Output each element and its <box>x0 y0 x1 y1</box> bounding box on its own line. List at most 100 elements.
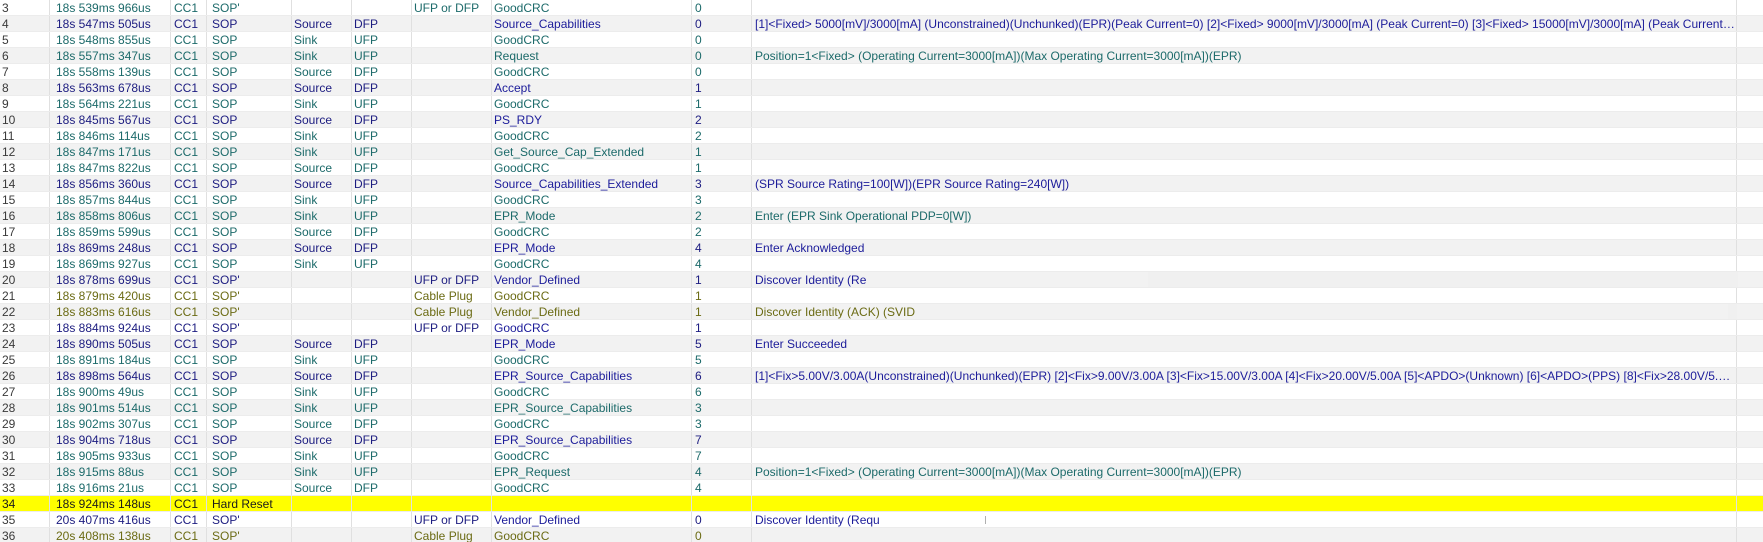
data-role-cell <box>352 304 412 319</box>
cc-line-cell: CC1 <box>171 80 207 95</box>
message-id-cell: 0 <box>692 528 752 542</box>
data-role-cell: DFP <box>352 176 412 191</box>
table-row[interactable]: 8 18s 563ms 678us CC1 SOP Source DFP Accept 1 <box>0 80 1763 96</box>
message-id-cell: 1 <box>692 288 752 303</box>
table-row[interactable]: 24 18s 890ms 505us CC1 SOP Source DFP EPR_Mode… <box>0 336 1763 352</box>
table-row[interactable]: 22 18s 883ms 616us CC1 SOP' Cable Plug Vendor… <box>0 304 1763 320</box>
row-index-cell: 9 <box>0 96 50 111</box>
message-type-cell: PS_RDY <box>492 112 692 127</box>
timestamp-cell: 18s 847ms 822us <box>50 160 171 175</box>
row-index-cell: 3 <box>0 0 50 15</box>
cc-line-cell: CC1 <box>171 512 207 527</box>
timestamp-cell: 18s 901ms 514us <box>50 400 171 415</box>
message-id-cell: 5 <box>692 352 752 367</box>
timestamp-cell: 18s 564ms 221us <box>50 96 171 111</box>
sop-type-cell: SOP <box>207 80 292 95</box>
table-row[interactable]: 5 18s 548ms 855us CC1 SOP Sink UFP GoodCRC 0 <box>0 32 1763 48</box>
table-row[interactable]: 36 20s 408ms 138us CC1 SOP' Cable Plug GoodCR… <box>0 528 1763 542</box>
row-index-cell: 31 <box>0 448 50 463</box>
table-row[interactable]: 34 18s 924ms 148us CC1 Hard Reset <box>0 496 1763 512</box>
timestamp-cell: 18s 879ms 420us <box>50 288 171 303</box>
table-row[interactable]: 4 18s 547ms 505us CC1 SOP Source DFP Source_Ca… <box>0 16 1763 32</box>
row-index-cell: 36 <box>0 528 50 542</box>
table-row[interactable]: 23 18s 884ms 924us CC1 SOP' UFP or DFP GoodCR… <box>0 320 1763 336</box>
message-type-cell: Source_Capabilities <box>492 16 692 31</box>
table-row[interactable]: 29 18s 902ms 307us CC1 SOP Source DFP GoodCRC 3 <box>0 416 1763 432</box>
table-row[interactable]: 17 18s 859ms 599us CC1 SOP Source DFP GoodCRC 2 <box>0 224 1763 240</box>
power-role-cell: Source <box>292 240 352 255</box>
data-role-cell: UFP <box>352 464 412 479</box>
message-detail-cell <box>752 416 1737 431</box>
message-type-cell: EPR_Mode <box>492 336 692 351</box>
cc-line-cell: CC1 <box>171 224 207 239</box>
protocol-log-table[interactable]: 3 18s 539ms 966us CC1 SOP' UFP or DFP GoodCRC… <box>0 0 1763 542</box>
cc-line-cell: CC1 <box>171 480 207 495</box>
timestamp-cell: 18s 547ms 505us <box>50 16 171 31</box>
table-row[interactable]: 33 18s 916ms 21us CC1 SOP Source DFP GoodCRC 4 <box>0 480 1763 496</box>
table-row[interactable]: 14 18s 856ms 360us CC1 SOP Source DFP Source_C… <box>0 176 1763 192</box>
table-row[interactable]: 26 18s 898ms 564us CC1 SOP Source DFP EPR_Sour… <box>0 368 1763 384</box>
message-id-cell: 0 <box>692 16 752 31</box>
sop-type-cell: Hard Reset <box>207 496 292 511</box>
table-row[interactable]: 27 18s 900ms 49us CC1 SOP Sink UFP GoodCRC 6 <box>0 384 1763 400</box>
table-row[interactable]: 31 18s 905ms 933us CC1 SOP Sink UFP GoodCRC 7 <box>0 448 1763 464</box>
table-row[interactable]: 30 18s 904ms 718us CC1 SOP Source DFP EPR_Sour… <box>0 432 1763 448</box>
table-row[interactable]: 20 18s 878ms 699us CC1 SOP' UFP or DFP Vendor… <box>0 272 1763 288</box>
cc-line-cell: CC1 <box>171 368 207 383</box>
message-id-cell: 1 <box>692 272 752 287</box>
cursor-tick <box>985 516 986 524</box>
sop-type-cell: SOP <box>207 144 292 159</box>
table-row[interactable]: 10 18s 845ms 567us CC1 SOP Source DFP PS_RDY 2 <box>0 112 1763 128</box>
data-role-cell: UFP <box>352 48 412 63</box>
row-index-cell: 13 <box>0 160 50 175</box>
table-row[interactable]: 21 18s 879ms 420us CC1 SOP' Cable Plug GoodCR… <box>0 288 1763 304</box>
message-type-cell: EPR_Source_Capabilities <box>492 400 692 415</box>
row-index-cell: 10 <box>0 112 50 127</box>
row-index-cell: 26 <box>0 368 50 383</box>
table-row[interactable]: 18 18s 869ms 248us CC1 SOP Source DFP EPR_Mode… <box>0 240 1763 256</box>
message-type-cell: GoodCRC <box>492 160 692 175</box>
sop-type-cell: SOP <box>207 240 292 255</box>
cc-line-cell: CC1 <box>171 464 207 479</box>
table-row[interactable]: 16 18s 858ms 806us CC1 SOP Sink UFP EPR_Mode 2 E… <box>0 208 1763 224</box>
message-type-cell: GoodCRC <box>492 128 692 143</box>
data-role-cell: DFP <box>352 336 412 351</box>
table-row[interactable]: 3 18s 539ms 966us CC1 SOP' UFP or DFP GoodCRC… <box>0 0 1763 16</box>
timestamp-cell: 18s 884ms 924us <box>50 320 171 335</box>
data-role-cell <box>352 320 412 335</box>
table-row[interactable]: 19 18s 869ms 927us CC1 SOP Sink UFP GoodCRC 4 <box>0 256 1763 272</box>
row-selection-shade <box>1728 304 1737 319</box>
table-row[interactable]: 11 18s 846ms 114us CC1 SOP Sink UFP GoodCRC 2 <box>0 128 1763 144</box>
cc-line-cell: CC1 <box>171 0 207 15</box>
table-row[interactable]: 32 18s 915ms 88us CC1 SOP Sink UFP EPR_Request… <box>0 464 1763 480</box>
table-row[interactable]: 9 18s 564ms 221us CC1 SOP Sink UFP GoodCRC 1 <box>0 96 1763 112</box>
timestamp-cell: 18s 563ms 678us <box>50 80 171 95</box>
table-row[interactable]: 28 18s 901ms 514us CC1 SOP Sink UFP EPR_Source… <box>0 400 1763 416</box>
table-row[interactable]: 25 18s 891ms 184us CC1 SOP Sink UFP GoodCRC 5 <box>0 352 1763 368</box>
power-role-cell: Source <box>292 432 352 447</box>
data-role-cell: UFP <box>352 208 412 223</box>
table-row[interactable]: 12 18s 847ms 171us CC1 SOP Sink UFP Get_Source… <box>0 144 1763 160</box>
row-index-cell: 24 <box>0 336 50 351</box>
power-role-cell: Source <box>292 80 352 95</box>
message-type-cell: GoodCRC <box>492 384 692 399</box>
power-role-cell <box>292 0 352 15</box>
timestamp-cell: 18s 890ms 505us <box>50 336 171 351</box>
data-role-cell: DFP <box>352 80 412 95</box>
timestamp-cell: 20s 407ms 416us <box>50 512 171 527</box>
table-row[interactable]: 6 18s 557ms 347us CC1 SOP Sink UFP Request 0 Pos… <box>0 48 1763 64</box>
sop-type-cell: SOP <box>207 368 292 383</box>
cable-role-cell <box>412 160 492 175</box>
cc-line-cell: CC1 <box>171 400 207 415</box>
table-row[interactable]: 13 18s 847ms 822us CC1 SOP Source DFP GoodCRC 1 <box>0 160 1763 176</box>
table-row[interactable]: 35 20s 407ms 416us CC1 SOP' UFP or DFP Vendor… <box>0 512 1763 528</box>
cable-role-cell <box>412 368 492 383</box>
table-row[interactable]: 15 18s 857ms 844us CC1 SOP Sink UFP GoodCRC 3 <box>0 192 1763 208</box>
timestamp-cell: 18s 924ms 148us <box>50 496 171 511</box>
cc-line-cell: CC1 <box>171 304 207 319</box>
table-row[interactable]: 7 18s 558ms 139us CC1 SOP Source DFP GoodCRC 0 <box>0 64 1763 80</box>
cable-role-cell: UFP or DFP <box>412 272 492 287</box>
cable-role-cell <box>412 192 492 207</box>
data-role-cell: UFP <box>352 352 412 367</box>
cable-role-cell <box>412 416 492 431</box>
